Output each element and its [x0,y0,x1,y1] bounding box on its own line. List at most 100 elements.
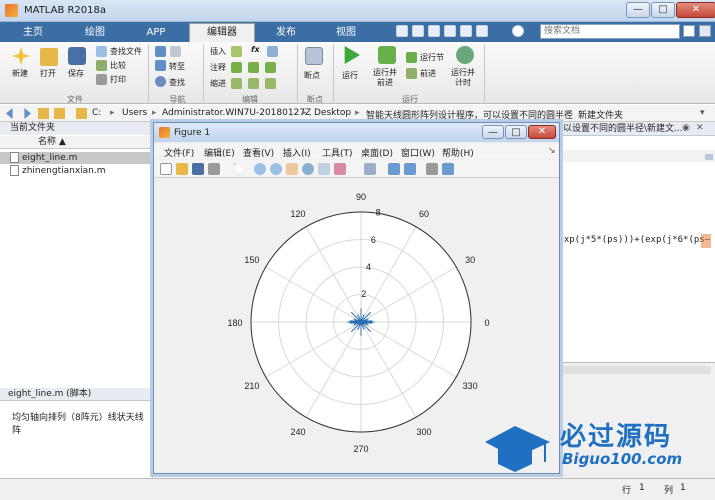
run-time-button[interactable]: 运行并 计时 [451,68,475,88]
breadcrumb-drive[interactable]: C: [92,108,101,118]
figure-maximize-button[interactable]: □ [505,125,527,139]
menu-dock-icon[interactable]: ↘ [548,146,556,156]
smart-indent-icon[interactable] [231,78,242,89]
code-line[interactable]: (exp(j*5*(ps)))+(exp(j*6*(ps— [553,235,710,245]
menu-file[interactable]: 文件(F) [164,146,194,159]
tab-apps[interactable]: APP [128,24,184,42]
hide-plot-tools-icon[interactable] [426,163,438,175]
breadcrumb-newfolder[interactable]: 新建文件夹 [578,108,623,121]
menu-view[interactable]: 查看(V) [243,146,274,159]
breadcrumb-user[interactable]: Administrator.WIN7U-20180127Z [162,108,311,118]
run-button[interactable]: 运行 [342,70,358,81]
run-advance-icon[interactable] [378,46,396,64]
open-file-icon[interactable] [176,163,188,175]
file-row-eight-line[interactable]: eight_line.m [0,152,153,164]
figure-close-button[interactable]: ✕ [528,125,556,139]
open-folder-icon[interactable] [40,48,58,66]
insert-function-button[interactable]: fx [251,45,260,54]
run-advance-button[interactable]: 运行并 前进 [373,68,397,88]
uncomment-icon[interactable] [248,62,259,73]
comment-button[interactable]: 注释 [210,62,226,73]
breadcrumb-desktop[interactable]: Desktop [314,108,351,118]
insert-code-icon[interactable] [267,46,278,57]
editor-tab-add-icon[interactable] [705,154,713,160]
new-button[interactable]: 新建 [12,68,28,79]
address-dropdown-icon[interactable]: ▾ [700,108,705,118]
help-icon[interactable] [512,25,524,37]
save-button[interactable]: 保存 [68,68,84,79]
brush-icon[interactable] [334,163,346,175]
breadcrumb-users[interactable]: Users [122,108,147,118]
browse-folder-icon[interactable] [54,108,65,119]
new-figure-icon[interactable] [160,163,172,175]
filter-icon[interactable] [699,25,711,37]
zoom-in-icon[interactable] [254,163,266,175]
new-icon[interactable] [12,47,30,65]
legend-icon[interactable] [404,163,416,175]
copy-quick-icon[interactable] [428,25,440,37]
back-arrow-icon[interactable] [155,46,166,57]
insert-section-icon[interactable] [231,46,242,57]
breakpoints-button[interactable]: 断点 [304,70,320,81]
advance-button[interactable]: 前进 [420,68,436,79]
tab-publish[interactable]: 发布 [258,24,314,42]
up-folder-icon[interactable] [38,108,49,119]
show-plot-tools-icon[interactable] [442,163,454,175]
increase-indent-icon[interactable] [248,78,259,89]
zoom-out-icon[interactable] [270,163,282,175]
indent-button[interactable]: 缩进 [210,78,226,89]
print-figure-icon[interactable] [208,163,220,175]
forward-arrow-icon[interactable] [170,46,181,57]
undo-quick-icon[interactable] [460,25,472,37]
maximize-button[interactable]: □ [651,2,675,18]
print-button[interactable]: 打印 [110,74,126,85]
save-figure-icon[interactable] [192,163,204,175]
save-quick-icon[interactable] [396,25,408,37]
comment-percent-icon[interactable] [231,62,242,73]
breadcrumb-project[interactable]: 智能天线圆形阵列设计程序，可以设置不同的圆半径 [366,108,573,121]
rotate-3d-icon[interactable] [302,163,314,175]
find-files-button[interactable]: 查找文件 [110,46,142,57]
editor-close-icon[interactable]: ✕ [696,123,704,133]
menu-help[interactable]: 帮助(H) [442,146,474,159]
compare-button[interactable]: 比较 [110,60,126,71]
find-button[interactable]: 查找 [169,77,185,88]
menu-edit[interactable]: 编辑(E) [204,146,235,159]
goto-button[interactable]: 转至 [169,61,185,72]
menu-desktop[interactable]: 桌面(D) [361,146,393,159]
pan-hand-icon[interactable] [286,163,298,175]
name-column-header[interactable]: 名称 ▲ [0,136,152,149]
menu-tools[interactable]: 工具(T) [322,146,353,159]
menu-window[interactable]: 窗口(W) [401,146,435,159]
data-cursor-icon[interactable] [318,163,330,175]
insert-button[interactable]: 插入 [210,46,226,57]
link-plot-icon[interactable] [364,163,376,175]
save-icon[interactable] [68,47,86,65]
breakpoints-icon[interactable] [305,47,323,65]
search-input[interactable]: 搜索文档 [540,24,680,39]
run-time-icon[interactable] [456,46,474,64]
close-button[interactable]: ✕ [676,2,715,18]
pointer-icon[interactable] [234,163,246,175]
decrease-indent-icon[interactable] [265,78,276,89]
tab-view[interactable]: 视图 [318,24,374,42]
tab-editor[interactable]: 编辑器 [189,23,255,42]
editor-collapse-icon[interactable]: ◉ [682,123,690,133]
paste-quick-icon[interactable] [444,25,456,37]
run-section-button[interactable]: 运行节 [420,52,444,63]
file-row-zhinengtianxian[interactable]: zhinengtianxian.m [8,165,148,177]
wrap-comment-icon[interactable] [265,62,276,73]
open-button[interactable]: 打开 [40,68,56,79]
tab-home[interactable]: 主页 [8,24,58,42]
run-play-icon[interactable] [344,46,360,64]
cut-quick-icon[interactable] [412,25,424,37]
tab-plots[interactable]: 绘图 [66,24,124,42]
back-icon[interactable] [6,108,13,119]
menu-insert[interactable]: 插入(I) [283,146,311,159]
colorbar-icon[interactable] [388,163,400,175]
minimize-button[interactable]: — [626,2,650,18]
horizontal-scrollbar[interactable] [557,366,711,374]
forward-icon[interactable] [24,108,31,119]
search-icon[interactable] [683,25,695,37]
figure-minimize-button[interactable]: — [482,125,504,139]
